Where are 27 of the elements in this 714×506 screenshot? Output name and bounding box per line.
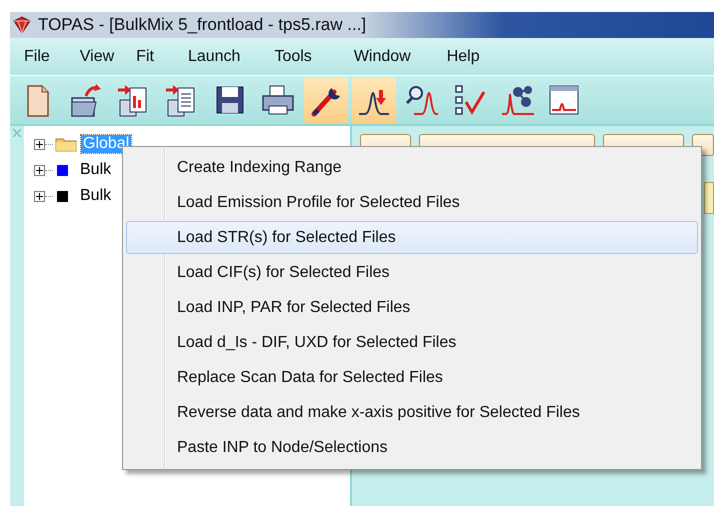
menu-item[interactable]: Load CIF(s) for Selected Files <box>126 256 698 289</box>
menu-item[interactable]: Replace Scan Data for Selected Files <box>126 361 698 394</box>
expand-icon[interactable] <box>34 164 45 176</box>
tree-item[interactable]: Bulk <box>78 161 114 179</box>
menu-item[interactable]: Load Emission Profile for Selected Files <box>126 186 698 219</box>
menu-item[interactable]: View <box>80 44 114 70</box>
menu-item[interactable]: Load d_Is - DIF, UXD for Selected Files <box>126 326 698 359</box>
window-title: TOPAS - [BulkMix 5_frontload - tps5.raw ...] <box>38 15 366 35</box>
menu-item[interactable]: Tools <box>274 44 312 70</box>
expand-icon[interactable] <box>34 138 45 150</box>
menu-item[interactable]: Launch <box>188 44 240 70</box>
menu-item[interactable]: Load INP, PAR for Selected Files <box>126 291 698 324</box>
toolbar-button[interactable] <box>304 77 348 123</box>
panel-edge <box>704 182 714 214</box>
menu-item[interactable]: Window <box>354 44 411 70</box>
menu-item[interactable]: Create Indexing Range <box>126 151 698 184</box>
menu-item[interactable]: Fit <box>136 44 154 70</box>
toolbar-button[interactable] <box>352 77 396 123</box>
expand-icon[interactable] <box>34 190 45 202</box>
menu-item[interactable]: Reverse data and make x-axis positive for Selected Files <box>126 396 698 429</box>
menu-item[interactable]: Load STR(s) for Selected Files <box>126 221 698 254</box>
menu-item[interactable]: File <box>24 44 50 70</box>
menu-item[interactable]: Help <box>446 44 480 70</box>
folder-icon <box>55 136 77 152</box>
menu-item[interactable]: Paste INP to Node/Selections <box>126 431 698 464</box>
app-logo-icon <box>12 16 32 34</box>
tree-item[interactable]: Bulk <box>78 187 114 205</box>
